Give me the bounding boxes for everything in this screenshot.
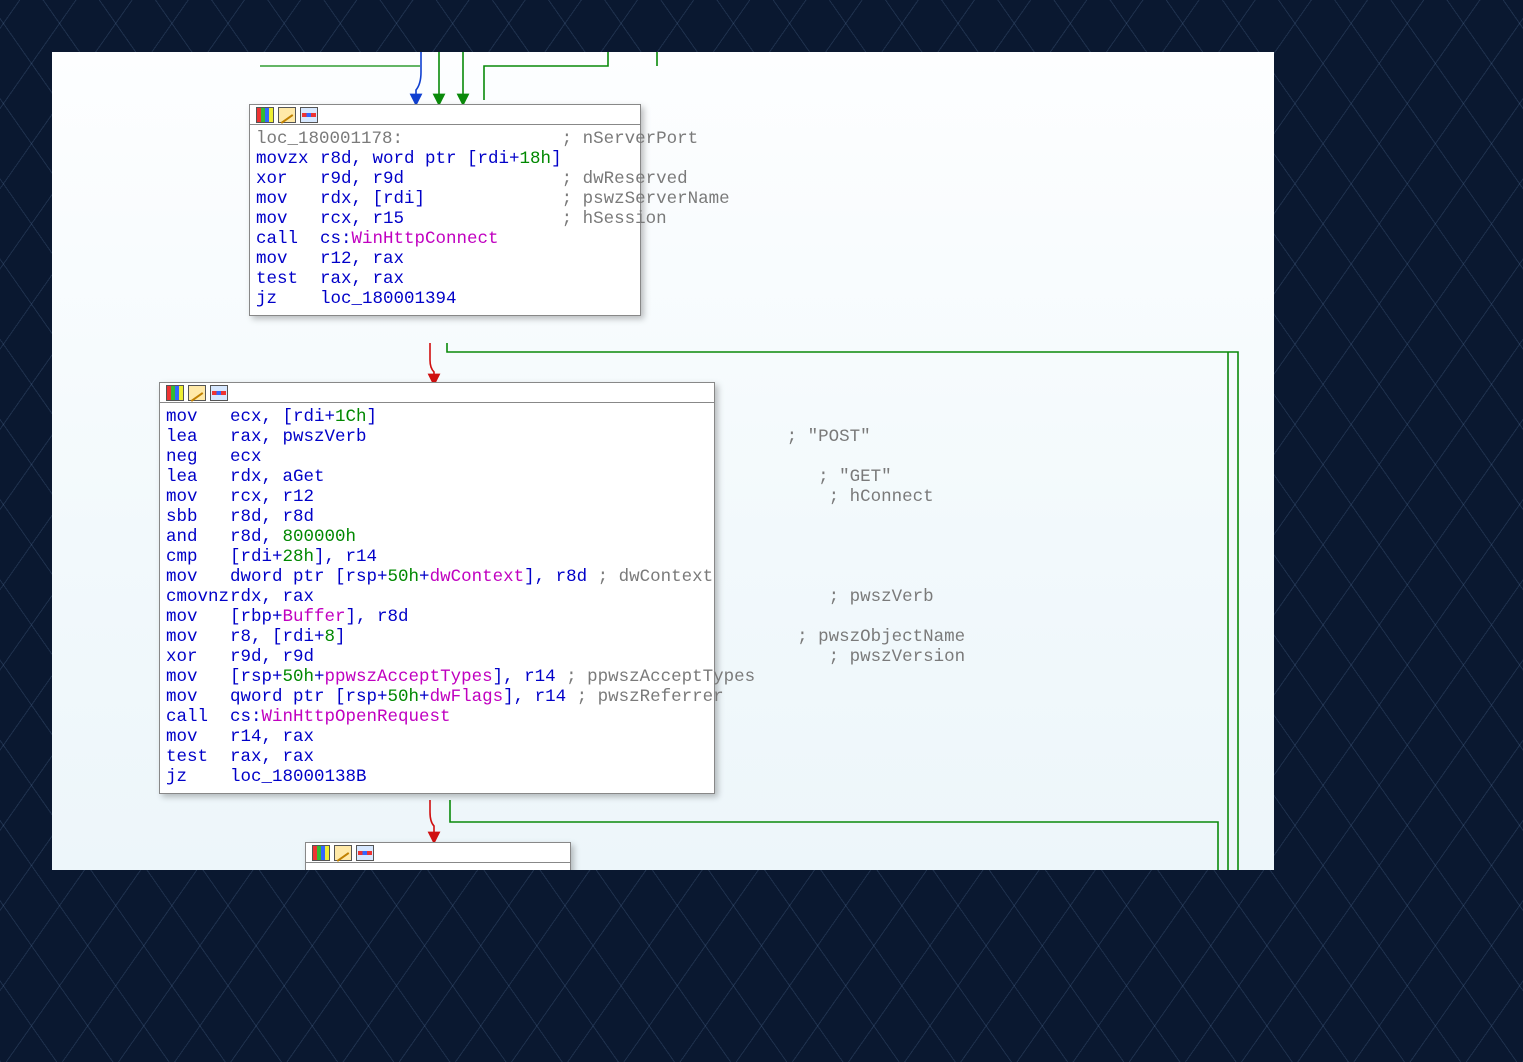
asm-line: mov rcx, r15 ; hSession <box>256 209 730 229</box>
asm-line: loc_180001178: ; nServerPort <box>256 129 730 149</box>
color-icon[interactable] <box>256 107 274 123</box>
asm-line: jz loc_180001394 <box>256 289 730 309</box>
asm-line: movzx r8d, word ptr [rdi+18h] <box>256 149 730 169</box>
asm-line: xor r9d, r9d ; dwReserved <box>256 169 730 189</box>
asm-line: mov r12, rax <box>256 249 730 269</box>
block-toolbar <box>306 843 570 863</box>
block-toolbar <box>160 383 714 403</box>
graph-canvas[interactable]: loc_180001178: ; nServerPort movzx r8d, … <box>52 52 1274 870</box>
basic-block-1[interactable]: loc_180001178: ; nServerPort movzx r8d, … <box>249 104 641 316</box>
edit-icon[interactable] <box>188 385 206 401</box>
edit-icon[interactable] <box>278 107 296 123</box>
asm-line: call cs:WinHttpConnect <box>256 229 730 249</box>
asm-line: test rax, rax <box>256 269 730 289</box>
group-icon[interactable] <box>300 107 318 123</box>
block-toolbar <box>250 105 640 125</box>
asm-listing: mov ecx, [rdi+1Ch] lea rax, pwszVerb ; "… <box>166 407 965 787</box>
basic-block-2[interactable]: mov ecx, [rdi+1Ch] lea rax, pwszVerb ; "… <box>159 382 715 794</box>
edit-icon[interactable] <box>334 845 352 861</box>
block-body: loc_180001178: ; nServerPort movzx r8d, … <box>250 125 640 315</box>
basic-block-3[interactable] <box>305 842 571 870</box>
block-body: mov ecx, [rdi+1Ch] lea rax, pwszVerb ; "… <box>160 403 714 793</box>
color-icon[interactable] <box>166 385 184 401</box>
group-icon[interactable] <box>210 385 228 401</box>
asm-listing: loc_180001178: ; nServerPort movzx r8d, … <box>256 129 730 309</box>
block-body <box>306 863 570 870</box>
color-icon[interactable] <box>312 845 330 861</box>
asm-line: mov rdx, [rdi] ; pswzServerName <box>256 189 730 209</box>
group-icon[interactable] <box>356 845 374 861</box>
